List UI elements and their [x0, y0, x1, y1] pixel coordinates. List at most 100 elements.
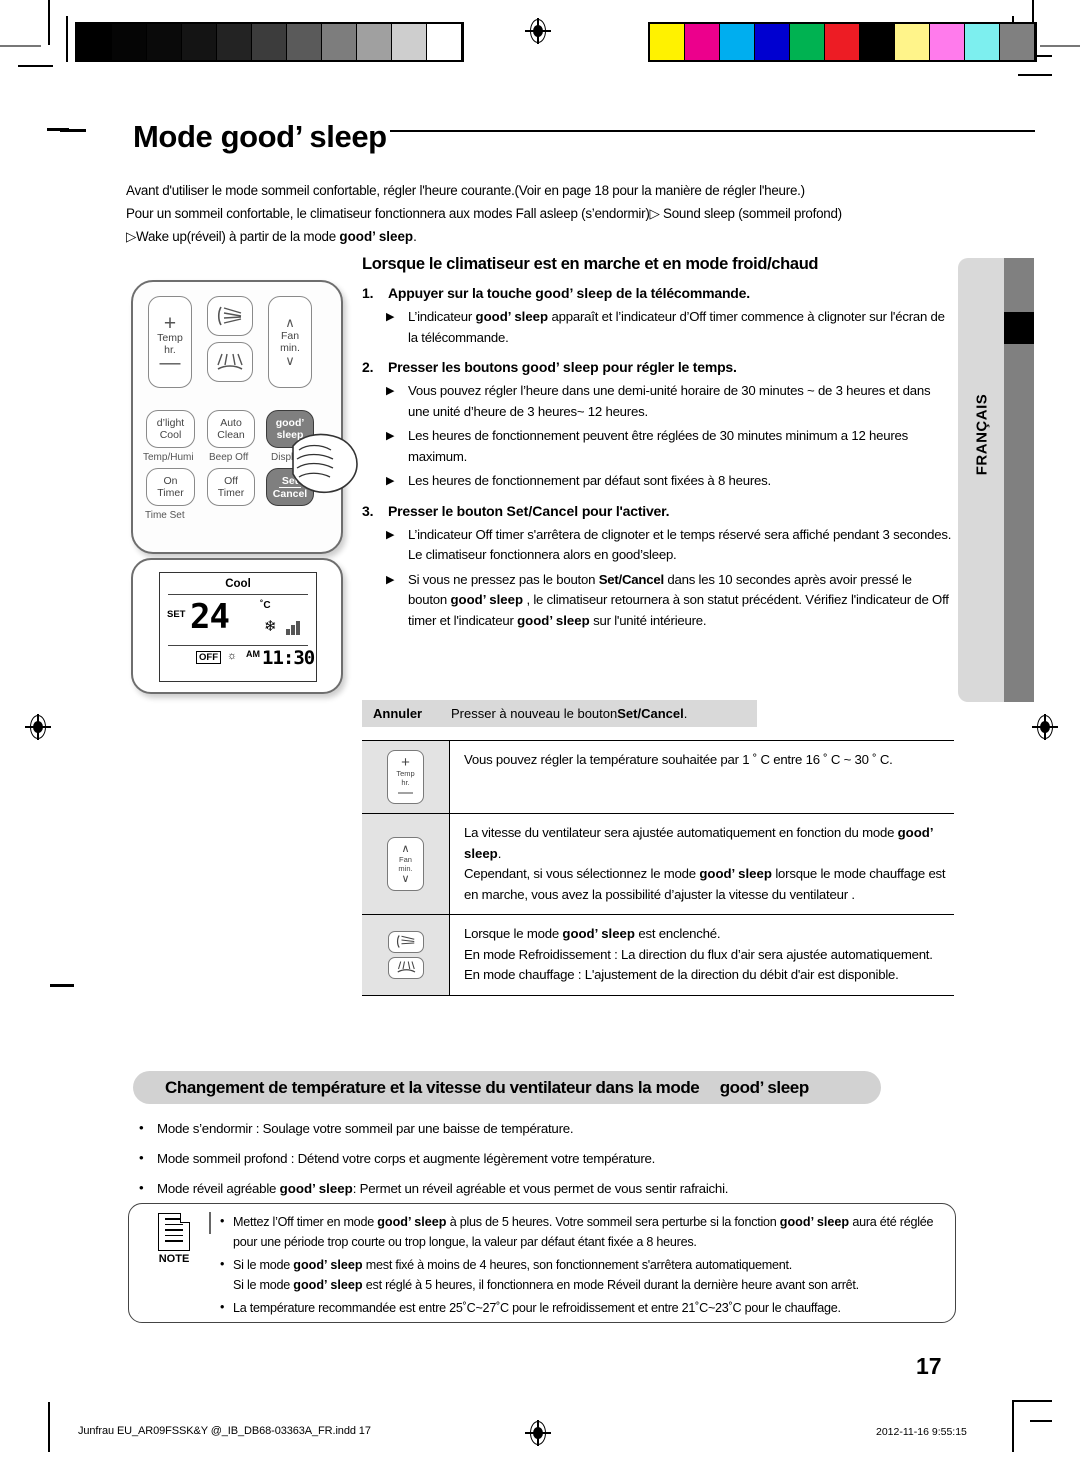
lcd-timer-row: OFF ☼ AM 11:30: [160, 646, 316, 670]
lcd-clock-value: 11:30: [262, 647, 315, 669]
bottom-heading-brand: good’ sleep: [719, 1077, 810, 1097]
remote-display-illustration: Cool SET 24 ˚C ❄ OFF ☼ AM 11:30: [131, 558, 343, 694]
triangle-bullet-icon: ▶: [386, 385, 395, 397]
lcd-mode-label: Cool: [225, 578, 251, 590]
remote-off-timer-button[interactable]: Off Timer: [207, 468, 255, 506]
grayscale-swatch: [147, 24, 182, 60]
crop-mark-right-tick2: [1018, 74, 1052, 76]
note-1-a: Mettez l’Off timer en mode: [233, 1215, 378, 1229]
color-swatch: [895, 24, 930, 60]
step-1: 1. Appuyer sur la touche good’ sleep de l…: [362, 283, 954, 303]
title-dash: [60, 129, 86, 132]
temp-stepper-icon: + Temp hr. —: [387, 750, 424, 804]
remote-fan-stepper-button[interactable]: ∧ Fan min. ∨: [268, 296, 312, 388]
step-3-bullet-1-text: L’indicateur Off timer s'arrêtera de cli…: [408, 526, 952, 542]
color-swatch: [790, 24, 825, 60]
color-swatch: [930, 24, 965, 60]
step-2-bullet-1: ▶ Vous pouvez régler l’heure dans une dem…: [362, 381, 954, 422]
triangle-bullet-icon: ▶: [386, 573, 395, 586]
table-row-3-para-1-brand: good’ sleep: [562, 926, 635, 941]
remote-on-timer-button[interactable]: On Timer: [146, 468, 195, 506]
grayscale-swatch: [77, 24, 112, 60]
registration-mark-bottom: [525, 1420, 551, 1446]
page-fold-icon: [180, 1213, 190, 1223]
step-2-brand: good’ sleep: [521, 359, 599, 375]
dlight-label: d’light: [156, 417, 185, 429]
on-timer-label: Timer: [157, 487, 184, 499]
registration-mark-top: [525, 18, 551, 44]
remote-dlight-cool-button[interactable]: d’light Cool: [146, 410, 195, 448]
bullet-dot-icon: •: [220, 1214, 225, 1228]
language-tab: FRANÇAIS: [958, 258, 1004, 702]
step-3-number: 3.: [362, 502, 374, 519]
step-3-bullet-2-a: Si vous ne pressez pas le bouton: [408, 571, 599, 587]
color-swatch: [825, 24, 860, 60]
bottom-bullet-1-text: Mode s’endormir : Soulage votre sommeil …: [157, 1121, 574, 1136]
bottom-heading-a: Changement de température et la vitesse …: [165, 1077, 704, 1097]
remote-swing-vertical-button[interactable]: [207, 296, 253, 336]
grayscale-calibration-bar: [75, 22, 464, 62]
intro-line-3-brand: good’ sleep: [339, 229, 414, 244]
page-number: 17: [916, 1353, 942, 1379]
step-2-text-b: pour régler le temps.: [598, 359, 737, 375]
crop-mark-footer-rule: [1012, 1400, 1052, 1402]
crop-mark-footer-rule2: [1030, 1420, 1052, 1422]
table-row-3-text-cell: Lorsque le mode good’ sleep est enclench…: [450, 915, 954, 995]
note-divider: [209, 1212, 211, 1234]
table-row-1-icon-cell: + Temp hr. —: [362, 741, 450, 813]
off-timer-label: Timer: [217, 487, 245, 499]
lcd-temperature-row: SET 24 ˚C ❄: [160, 595, 316, 641]
step-3-bullet-1: ▶ L’indicateur Off timer s'arrêtera de cl…: [362, 525, 954, 566]
bottom-heading-text: Changement de température et la vitesse …: [149, 1078, 809, 1098]
list-item: • Mode réveil agréable good’ sleep: Perme…: [133, 1178, 953, 1199]
fan-stepper-icon: ∧ Fan min. ∨: [387, 837, 424, 891]
note-2-line2-b: est réglé à 5 heures, il fonctionnera en…: [362, 1277, 859, 1292]
bottom-bullet-3-b: : Permet un réveil agréable et vous perm…: [352, 1181, 729, 1196]
intro-line-2: Pour un sommeil confortable, le climatis…: [126, 206, 842, 221]
grayscale-swatch: [357, 24, 392, 60]
table-row-2-text-cell: La vitesse du ventilateur sera ajustée a…: [450, 814, 954, 914]
table-row: + Temp hr. — Vous pouvez régler la tempé…: [362, 741, 954, 814]
on-label: On: [163, 475, 178, 487]
page-title-brand: good’ sleep: [220, 119, 388, 154]
remote-swing-horizontal-button[interactable]: [207, 342, 253, 382]
color-swatch: [650, 24, 685, 60]
step-3-brand: Set/Cancel: [506, 502, 579, 519]
table-row-3-para-2: En mode Refroidissement : La direction d…: [464, 946, 933, 962]
step-3-bullet-2-brand3: good’ sleep: [517, 612, 590, 628]
step-1-number: 1.: [362, 285, 374, 301]
grayscale-swatch: [427, 24, 462, 60]
remote-auto-clean-button[interactable]: Auto Clean: [207, 410, 255, 448]
note-2-line2-brand: good’ sleep: [293, 1277, 363, 1292]
clean-label: Clean: [217, 429, 245, 441]
list-item: • Mode s’endormir : Soulage votre sommeil…: [133, 1118, 953, 1139]
minus-icon: —: [398, 784, 413, 801]
triangle-bullet-icon: ▶: [386, 475, 395, 487]
page-title-main: Mode: [133, 119, 221, 154]
color-swatch: [860, 24, 895, 60]
cancel-text-b: .: [683, 706, 688, 721]
footer-filename: Junfrau EU_AR09FSSK&Y @_IB_DB68-03363A_F…: [78, 1425, 371, 1437]
cancel-instruction-bar: Annuler Presser à nouveau le bouton Set/…: [362, 700, 757, 727]
note-icon: NOTE: [143, 1213, 205, 1265]
step-2: 2. Presser les boutons good’ sleep pour r…: [362, 357, 954, 377]
step-1-bullet-1-a: L’indicateur: [408, 309, 476, 324]
remote-temp-stepper-button[interactable]: + Temp hr. —: [148, 296, 192, 388]
color-swatch: [755, 24, 790, 60]
table-row-2-para-2: Cependant, si vous sélectionnez le mode …: [464, 864, 954, 905]
note-1-brand2: good’ sleep: [779, 1215, 850, 1229]
fan-blade-icon: ❄: [264, 618, 277, 635]
document-icon: [158, 1213, 190, 1251]
lcd-degree-unit: ˚C: [260, 600, 271, 611]
step-1-text-b: de la télécommande.: [612, 285, 750, 301]
intro-line-3-a: ▷Wake up(réveil) à partir de la mode: [126, 229, 340, 244]
table-row: Lorsque le mode good’ sleep est enclench…: [362, 915, 954, 995]
title-rule: [390, 130, 1035, 132]
grayscale-swatch: [252, 24, 287, 60]
section-heading: Lorsque le climatiseur est en marche et …: [362, 255, 819, 273]
lcd-screen: Cool SET 24 ˚C ❄ OFF ☼ AM 11:30: [159, 572, 317, 682]
table-row-3-para-1-a: Lorsque le mode: [464, 926, 563, 941]
bullet-dot-icon: •: [139, 1150, 144, 1165]
instructions-column: Lorsque le climatiseur est en marche et …: [362, 255, 954, 635]
bottom-bullet-3-a: Mode réveil agréable: [157, 1181, 280, 1196]
